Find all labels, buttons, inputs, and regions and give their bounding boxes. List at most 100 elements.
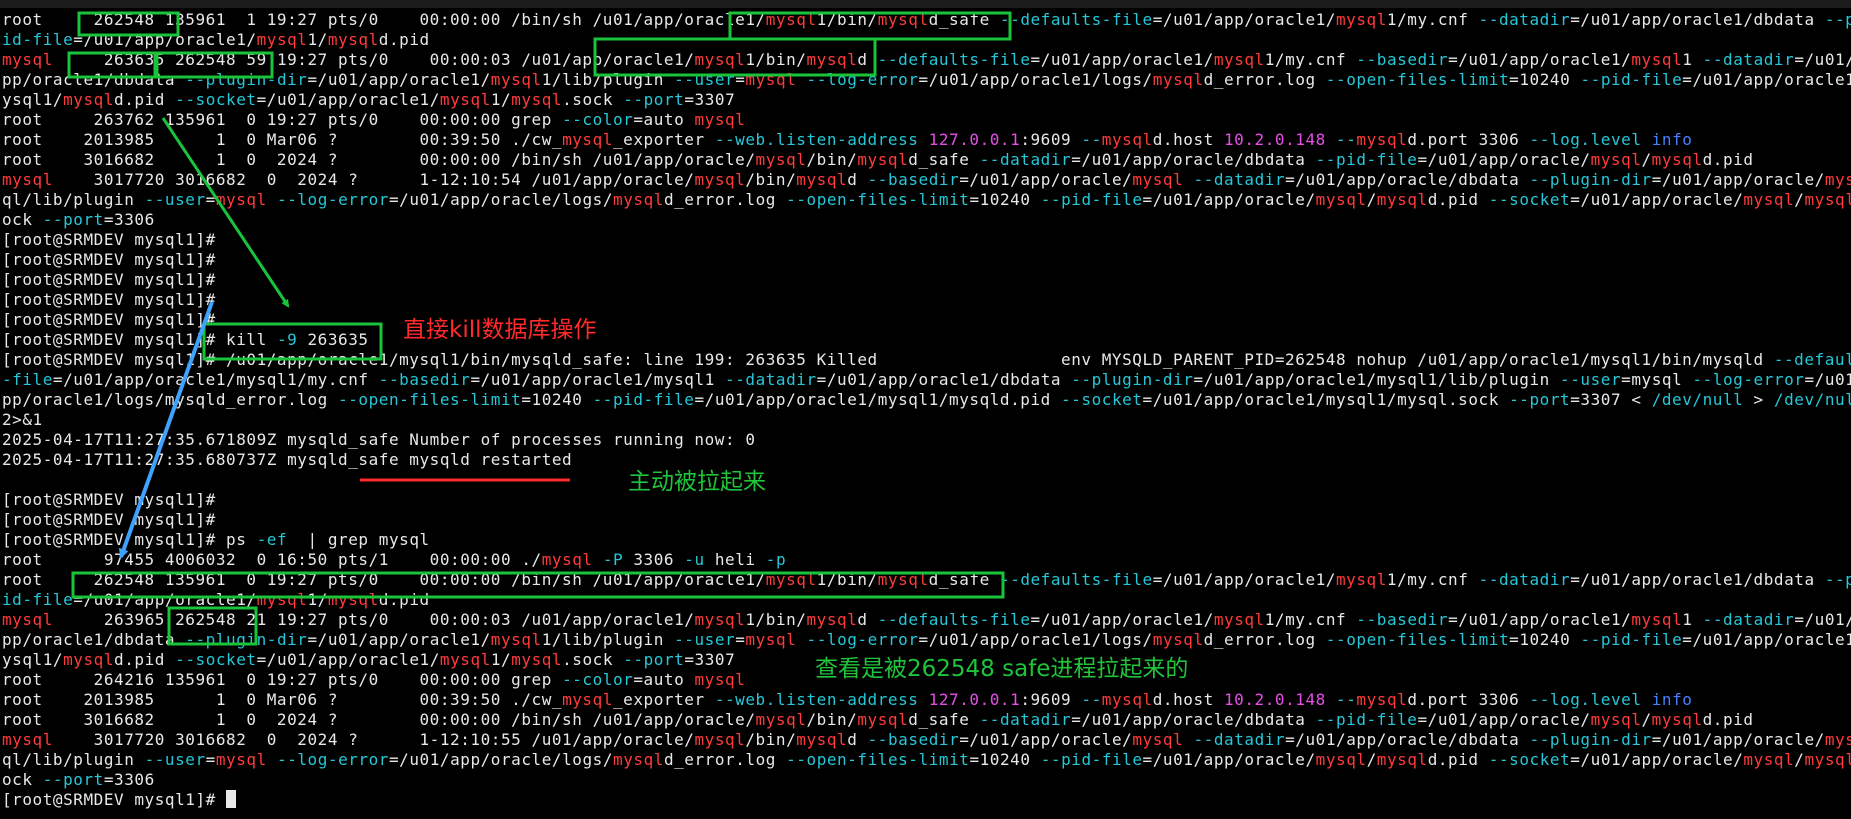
terminal-line: 2025-04-17T11:27:35.671809Z mysqld_safe … [0, 430, 1851, 450]
terminal-text-segment: =3306 [103, 210, 155, 229]
terminal-text-segment: =3307 [684, 650, 736, 669]
terminal-text-segment: pp/oracle1/dbdata [2, 630, 186, 649]
terminal-text-segment: =/u01/app/oracle1/ [307, 630, 491, 649]
terminal-text-segment: = [735, 630, 746, 649]
terminal-text-segment: mysql [694, 670, 746, 689]
terminal-text-segment: 1/my.cnf [1264, 610, 1357, 629]
terminal-text-segment: root 264216 135961 0 19:27 pts/0 00:00:0… [2, 670, 563, 689]
terminal-text-segment: --pid-file [1040, 190, 1143, 209]
terminal-text-segment: /dev/null [1773, 390, 1851, 409]
terminal-text-segment: mysql [1804, 750, 1851, 769]
terminal-text-segment: --defaults-file [877, 610, 1031, 629]
terminal-line: -file=/u01/app/oracle1/mysql1/my.cnf --b… [0, 370, 1851, 390]
terminal-text-segment: / [1794, 190, 1805, 209]
terminal-text-segment: =/u01/app/oracle/ [1142, 750, 1316, 769]
terminal-text-segment: -- [1336, 130, 1357, 149]
terminal-text-segment: pp/oracle1/dbdata [2, 70, 186, 89]
terminal-text-segment: -- [1336, 690, 1357, 709]
terminal-text-segment: =/u01/app/oracle/ [1651, 170, 1825, 189]
terminal-text-segment: d_safe [908, 150, 980, 169]
terminal-text-segment: mysql [1631, 50, 1683, 69]
terminal-text-segment: id-file [2, 30, 74, 49]
terminal-text-segment: mys [1824, 730, 1851, 749]
terminal-text-segment: =/u01/app/oracle/ [1570, 190, 1744, 209]
terminal-text-segment: --defaults-file [999, 570, 1153, 589]
terminal-text-segment: --basedir [1356, 610, 1449, 629]
terminal-text-segment: =10240 [969, 750, 1041, 769]
terminal-text-segment: 1 [1682, 50, 1703, 69]
terminal-text-segment: mysql [755, 150, 807, 169]
terminal-text-segment: d.pid [378, 30, 430, 49]
terminal-text-segment: ock [2, 210, 43, 229]
terminal-text-segment: [root@SRMDEV mysql1]# [2, 290, 216, 309]
terminal-text-segment: =/u01/app/oracle/logs/ [388, 190, 614, 209]
terminal-text-segment: mysql [541, 550, 593, 569]
terminal-text-segment: mysql [857, 150, 909, 169]
terminal-text-segment: mysql [877, 570, 929, 589]
terminal-text-segment: d [847, 730, 868, 749]
terminal-text-segment: d.pid [1702, 150, 1754, 169]
terminal-text-segment: --socket [175, 90, 257, 109]
terminal-text-segment: --plugin-dir [1529, 730, 1652, 749]
terminal-text-segment: 1/my.cnf [1264, 50, 1357, 69]
terminal-window[interactable]: root 262548 135961 1 19:27 pts/0 00:00:0… [0, 0, 1851, 819]
terminal-text-segment: mysql [694, 110, 746, 129]
terminal-text-segment: 1/bin/ [745, 610, 807, 629]
terminal-text-segment: [root@SRMDEV mysql1]# [2, 790, 227, 809]
terminal-cursor[interactable] [226, 790, 237, 808]
terminal-line: root 2013985 1 0 Mar06 ? 00:39:50 ./cw_m… [0, 130, 1851, 150]
terminal-text-segment: mysql [806, 50, 858, 69]
terminal-text-segment: d_error.log [1203, 70, 1326, 89]
terminal-text-segment: 263635 262548 59 19:27 pts/0 00:00:03 /u… [52, 50, 695, 69]
terminal-text-segment: mysql [1152, 70, 1204, 89]
terminal-line: ock --port=3306 [0, 770, 1851, 790]
terminal-text-segment: mysql [1356, 130, 1408, 149]
terminal-line: [root@SRMDEV mysql1]# [0, 790, 1851, 810]
terminal-output: root 262548 135961 1 19:27 pts/0 00:00:0… [0, 10, 1851, 810]
terminal-text-segment: / [1641, 150, 1652, 169]
terminal-text-segment: mysql [511, 650, 563, 669]
terminal-text-segment: =/u01/app/oracle1/ [1152, 570, 1336, 589]
terminal-text-segment: --log-error [1692, 370, 1805, 389]
terminal-text-segment: 1/lib/plugin [541, 70, 675, 89]
terminal-text-segment: 1/ [490, 90, 512, 109]
terminal-text-segment: --plugin-dir [185, 630, 308, 649]
terminal-text-segment: mysql [1132, 170, 1184, 189]
terminal-text-segment: root 2013985 1 0 Mar06 ? 00:39:50 ./cw_ [2, 690, 563, 709]
terminal-text-segment: d_safe [908, 710, 980, 729]
terminal-text-segment: d [857, 50, 878, 69]
terminal-text-segment: mysql [1101, 690, 1153, 709]
terminal-text-segment: .sock [562, 650, 624, 669]
terminal-text-segment: :9609 [1020, 130, 1082, 149]
terminal-text-segment: --user [144, 750, 206, 769]
terminal-text-segment: d.port 3306 [1407, 690, 1530, 709]
terminal-text-segment: mysql [1631, 610, 1683, 629]
terminal-text-segment: [root@SRMDEV mysql1]# [2, 270, 216, 289]
terminal-text-segment: 1/bin/ [816, 570, 878, 589]
terminal-text-segment: =/u01/app/oracle/ [1651, 730, 1825, 749]
terminal-text-segment: mysql [765, 570, 817, 589]
terminal-text-segment: -P [602, 550, 624, 569]
terminal-text-segment: --pid-file [1315, 150, 1418, 169]
terminal-text-segment: --basedir [867, 730, 960, 749]
terminal-text-segment: =/u01/app/oracle1/dbdata [816, 370, 1072, 389]
terminal-text-segment: =/u01/app/oracle1/logs/ [918, 70, 1153, 89]
terminal-text-segment: -9 [276, 330, 298, 349]
terminal-text-segment: =/u01/app/oracle1/ [1030, 610, 1214, 629]
terminal-text-segment: mysql [1356, 690, 1408, 709]
terminal-line: [root@SRMDEV mysql1]# [0, 270, 1851, 290]
terminal-text-segment: d_error.log [663, 190, 787, 209]
terminal-text-segment: mysql [256, 30, 308, 49]
terminal-line: [root@SRMDEV mysql1]# [0, 490, 1851, 510]
terminal-text-segment: =3306 [103, 770, 155, 789]
terminal-text-segment: 127.0.0.1 [928, 130, 1021, 149]
terminal-line: ql/lib/plugin --user=mysql --log-error=/… [0, 750, 1851, 770]
terminal-text-segment: mysql [1376, 750, 1428, 769]
terminal-text-segment: --pid-file [1315, 710, 1418, 729]
terminal-text-segment: --user [674, 630, 736, 649]
terminal-text-segment: mysql [613, 190, 664, 209]
terminal-text-segment: [root@SRMDEV mysql1]# [2, 490, 216, 509]
terminal-text-segment: mysql [511, 90, 563, 109]
